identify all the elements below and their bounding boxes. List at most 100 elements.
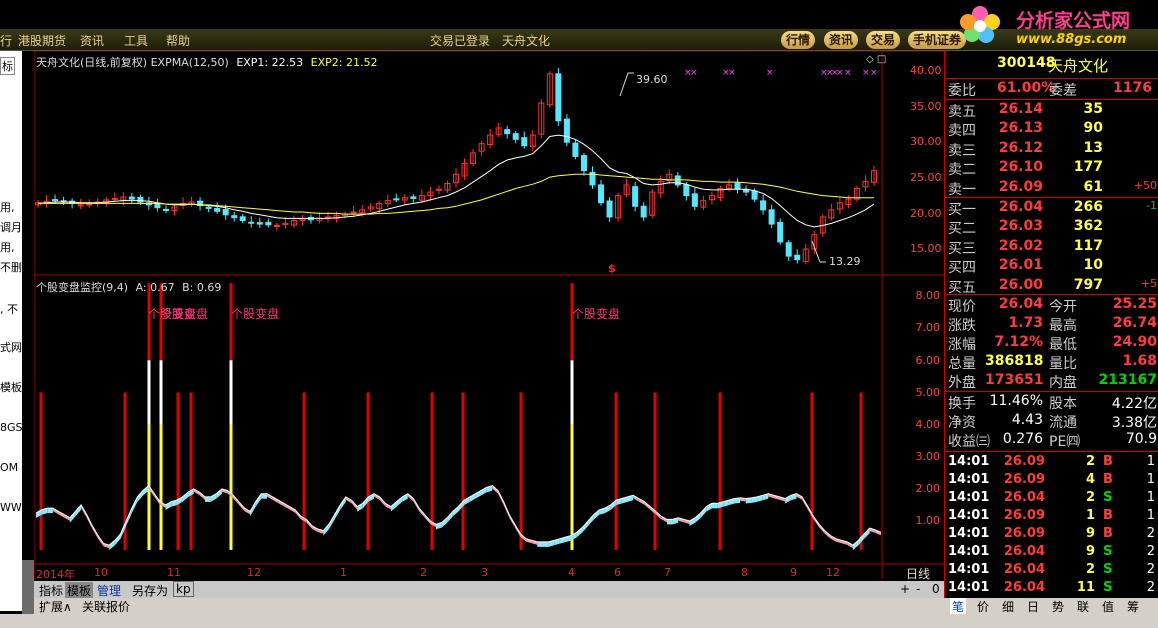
fundamental-label: 股本 xyxy=(1049,396,1077,412)
bid-price: 26.01 xyxy=(998,257,1043,274)
signal-bar xyxy=(519,392,523,550)
bid-row: 买四 26.01 10 xyxy=(945,257,1158,276)
indicator-b: B: 0.69 xyxy=(182,281,222,294)
signal-bar xyxy=(176,392,180,550)
signal-bar-white xyxy=(570,360,574,425)
ask-volume: 35 xyxy=(1083,101,1103,117)
zoom-in-button[interactable]: + xyxy=(898,582,912,596)
bid-label: 买一 xyxy=(948,202,976,218)
side-text: , 不 xyxy=(0,303,18,316)
quote-label: 内盘 xyxy=(1049,375,1077,391)
bid-row: 买二 26.03 362 xyxy=(945,218,1158,237)
trade-button[interactable]: 交易 xyxy=(866,31,901,49)
tick-count: 1 xyxy=(1146,508,1155,523)
candle-body xyxy=(777,221,784,243)
menu-item-partial[interactable]: 行 xyxy=(0,32,12,49)
ask-price: 26.09 xyxy=(998,178,1043,195)
tick-volume: 4 xyxy=(1085,472,1095,487)
candle-body xyxy=(248,221,255,224)
quote-tab[interactable]: 价 xyxy=(975,598,991,615)
indicator-ribbon xyxy=(666,519,673,525)
stock-name: 天舟文化 xyxy=(1048,57,1109,75)
bid-label: 买二 xyxy=(948,221,976,238)
quote-value: 26.04 xyxy=(998,296,1043,312)
fundamental-value: 11.46% xyxy=(989,393,1043,409)
tab-manage[interactable]: 管理 xyxy=(95,582,123,599)
stock-header: 300148 天舟文化 xyxy=(945,55,1158,77)
related-quotes-button[interactable]: 关联报价 xyxy=(80,598,132,615)
ind-tick: 1.00 xyxy=(915,514,941,527)
tab-indicator[interactable]: 指标 xyxy=(37,582,65,599)
quote-tab[interactable]: 联 xyxy=(1075,598,1091,615)
ind-tick: 5.00 xyxy=(915,386,941,399)
tick-price: 26.09 xyxy=(1003,472,1045,487)
x-label: 12 xyxy=(247,566,261,579)
fundamental-label: 换手 xyxy=(948,396,976,412)
tick-price: 26.09 xyxy=(1003,526,1045,541)
candle-body xyxy=(162,208,169,212)
ask-row: 卖三 26.12 13 xyxy=(945,140,1158,159)
price-tick: 30.00 xyxy=(910,135,942,148)
chart-toolbar-icons[interactable]: ◇ □ xyxy=(866,54,886,65)
signal-bar xyxy=(461,392,465,550)
tick-row: 14:01 26.09 2 B 1 xyxy=(945,454,1158,473)
quote-tab[interactable]: 势 xyxy=(1050,598,1066,615)
menu-item-help[interactable]: 帮助 xyxy=(166,32,190,49)
quote-tab-bar: 笔价细日势联值筹 xyxy=(944,598,1158,615)
quote-row: 涨幅 7.12% 最低 24.90 xyxy=(945,334,1158,353)
candle-body xyxy=(794,254,801,261)
signal-bar-yellow xyxy=(159,424,163,550)
signal-bar-white xyxy=(229,360,233,425)
candle-body xyxy=(606,200,613,218)
quote-tab[interactable]: 日 xyxy=(1025,598,1041,615)
menu-item-tools[interactable]: 工具 xyxy=(124,32,148,49)
bid-row: 买五 26.00 797 +5 xyxy=(945,277,1158,296)
period-label[interactable]: 日线 xyxy=(906,565,930,582)
indicator-name: EXPMA(12,50) xyxy=(150,56,229,69)
expand-button[interactable]: 扩展∧ xyxy=(37,598,74,615)
tick-time: 14:01 xyxy=(948,490,990,505)
ask-label: 卖五 xyxy=(948,104,976,120)
indicator-a: A: 0.67 xyxy=(135,281,175,294)
ask-price: 26.13 xyxy=(998,120,1043,137)
quote-value: 1.68 xyxy=(1122,353,1157,369)
menu-item-hk-futures[interactable]: 港股期货 xyxy=(18,32,66,49)
candle-body xyxy=(273,225,280,228)
quote-label: 涨幅 xyxy=(948,337,976,353)
zoom-reset-button[interactable]: 0 xyxy=(930,582,942,596)
tab-kp[interactable]: kp xyxy=(173,581,194,597)
tick-row: 14:01 26.04 9 S 2 xyxy=(945,544,1158,563)
quote-label: 量比 xyxy=(1049,356,1077,372)
tick-row: 14:01 26.09 1 B 1 xyxy=(945,508,1158,527)
tab-save-as[interactable]: 另存为 xyxy=(130,582,170,599)
candle-body xyxy=(580,155,587,172)
tab-template[interactable]: 模板 xyxy=(65,582,94,599)
zoom-out-button[interactable]: - xyxy=(914,582,922,596)
quote-button[interactable]: 行情 xyxy=(781,31,816,49)
candle-body xyxy=(231,215,238,219)
indicator-ribbon xyxy=(537,541,543,547)
bid-label: 买三 xyxy=(948,240,976,257)
quote-tab[interactable]: 细 xyxy=(1000,598,1016,615)
news-button[interactable]: 资讯 xyxy=(824,31,859,49)
tick-price: 26.09 xyxy=(1003,454,1045,469)
candle-body xyxy=(52,199,59,202)
tick-time: 14:01 xyxy=(948,526,990,541)
signal-bar xyxy=(653,392,657,550)
quote-tab[interactable]: 值 xyxy=(1100,598,1116,615)
x-label: 4 xyxy=(568,566,575,579)
quote-value: 386818 xyxy=(985,353,1044,369)
site-logo: 分析家公式网 www.88gs.com xyxy=(958,0,1158,50)
quote-tab[interactable]: 笔 xyxy=(950,598,967,615)
candle-body xyxy=(154,203,161,209)
bid-row: 买三 26.02 117 xyxy=(945,238,1158,257)
tick-volume: 11 xyxy=(1076,580,1095,595)
x-label: 6 xyxy=(614,566,621,579)
signal-bar xyxy=(810,392,814,550)
quote-tab[interactable]: 筹 xyxy=(1125,598,1141,615)
side-panel: 标 用, 调月 用, 不删 , 不 式网 模板 8GS OM WWW xyxy=(0,51,22,611)
menu-item-news[interactable]: 资讯 xyxy=(80,32,104,49)
candle-body xyxy=(265,221,272,226)
tick-side: S xyxy=(1103,562,1113,577)
ind-tick: 6.00 xyxy=(915,354,941,367)
